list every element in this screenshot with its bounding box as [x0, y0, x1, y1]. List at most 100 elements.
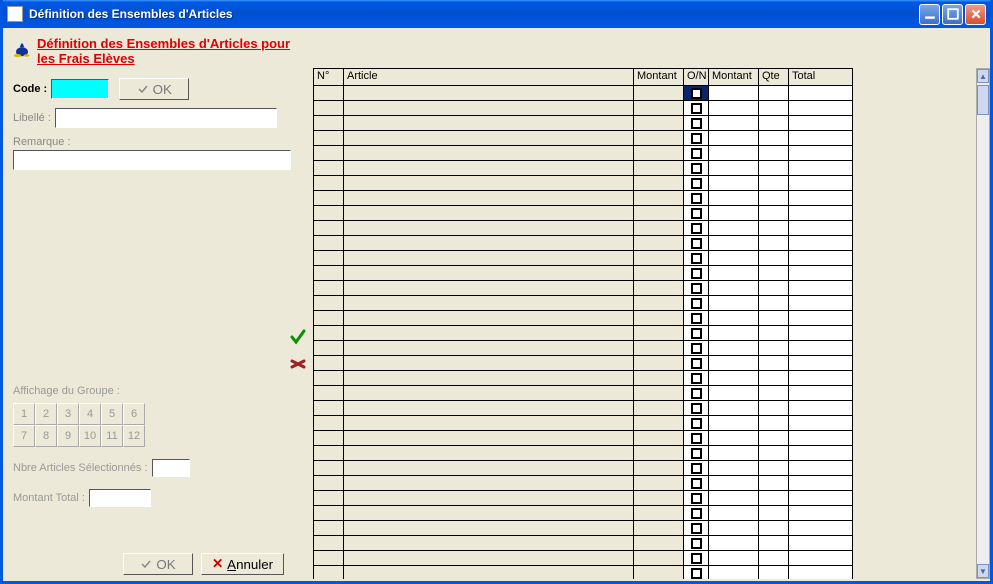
group-button-8[interactable]: 8	[35, 425, 57, 447]
cell-on-checkbox[interactable]	[683, 101, 708, 116]
col-header-total[interactable]: Total	[788, 68, 853, 86]
cell-on-checkbox[interactable]	[683, 476, 708, 491]
cell-montant[interactable]	[633, 266, 683, 281]
cell-n[interactable]	[313, 206, 343, 221]
cell-n[interactable]	[313, 176, 343, 191]
table-row[interactable]	[313, 521, 976, 536]
cell-article[interactable]	[343, 536, 633, 551]
cell-qte[interactable]	[758, 221, 788, 236]
table-row[interactable]	[313, 386, 976, 401]
group-button-4[interactable]: 4	[79, 403, 101, 425]
cell-montant[interactable]	[633, 326, 683, 341]
cell-qte[interactable]	[758, 386, 788, 401]
cell-n[interactable]	[313, 551, 343, 566]
maximize-button[interactable]	[942, 4, 963, 25]
cell-article[interactable]	[343, 341, 633, 356]
table-row[interactable]	[313, 236, 976, 251]
group-button-2[interactable]: 2	[35, 403, 57, 425]
cell-qte[interactable]	[758, 296, 788, 311]
scroll-up-arrow[interactable]: ▲	[977, 69, 989, 83]
cell-qte[interactable]	[758, 371, 788, 386]
cell-article[interactable]	[343, 311, 633, 326]
cell-on-checkbox[interactable]	[683, 566, 708, 579]
cell-montant[interactable]	[633, 161, 683, 176]
cell-montant[interactable]	[633, 86, 683, 101]
cell-qte[interactable]	[758, 446, 788, 461]
cell-total[interactable]	[788, 206, 853, 221]
cell-montant[interactable]	[633, 401, 683, 416]
cell-montant2[interactable]	[708, 296, 758, 311]
cell-qte[interactable]	[758, 476, 788, 491]
cell-qte[interactable]	[758, 401, 788, 416]
table-row[interactable]	[313, 461, 976, 476]
cell-qte[interactable]	[758, 116, 788, 131]
cell-on-checkbox[interactable]	[683, 161, 708, 176]
cell-qte[interactable]	[758, 311, 788, 326]
cancel-button[interactable]: ✕ Annuler	[201, 553, 284, 575]
cell-total[interactable]	[788, 551, 853, 566]
table-row[interactable]	[313, 131, 976, 146]
cell-on-checkbox[interactable]	[683, 131, 708, 146]
cell-montant[interactable]	[633, 416, 683, 431]
cell-n[interactable]	[313, 371, 343, 386]
cell-total[interactable]	[788, 506, 853, 521]
cell-n[interactable]	[313, 221, 343, 236]
cell-montant[interactable]	[633, 236, 683, 251]
cell-n[interactable]	[313, 116, 343, 131]
col-header-montant2[interactable]: Montant	[708, 68, 758, 86]
cell-total[interactable]	[788, 86, 853, 101]
col-header-n[interactable]: N°	[313, 68, 343, 86]
table-row[interactable]	[313, 281, 976, 296]
cell-montant2[interactable]	[708, 551, 758, 566]
cell-total[interactable]	[788, 236, 853, 251]
table-row[interactable]	[313, 446, 976, 461]
cell-qte[interactable]	[758, 161, 788, 176]
cell-on-checkbox[interactable]	[683, 221, 708, 236]
cell-montant2[interactable]	[708, 356, 758, 371]
table-row[interactable]	[313, 551, 976, 566]
cell-on-checkbox[interactable]	[683, 146, 708, 161]
cell-montant2[interactable]	[708, 266, 758, 281]
cell-montant2[interactable]	[708, 431, 758, 446]
cell-n[interactable]	[313, 251, 343, 266]
cell-total[interactable]	[788, 416, 853, 431]
cell-montant2[interactable]	[708, 566, 758, 579]
cell-montant2[interactable]	[708, 506, 758, 521]
cell-qte[interactable]	[758, 431, 788, 446]
cell-montant2[interactable]	[708, 326, 758, 341]
vertical-scrollbar[interactable]: ▲ ▼	[976, 68, 990, 579]
cell-article[interactable]	[343, 266, 633, 281]
cell-montant[interactable]	[633, 281, 683, 296]
cell-n[interactable]	[313, 356, 343, 371]
table-row[interactable]	[313, 221, 976, 236]
cell-montant2[interactable]	[708, 206, 758, 221]
cell-article[interactable]	[343, 401, 633, 416]
cell-article[interactable]	[343, 161, 633, 176]
cell-qte[interactable]	[758, 251, 788, 266]
cell-on-checkbox[interactable]	[683, 551, 708, 566]
cell-n[interactable]	[313, 416, 343, 431]
table-row[interactable]	[313, 491, 976, 506]
cell-on-checkbox[interactable]	[683, 116, 708, 131]
cell-on-checkbox[interactable]	[683, 236, 708, 251]
cell-total[interactable]	[788, 566, 853, 579]
cell-qte[interactable]	[758, 461, 788, 476]
cell-article[interactable]	[343, 176, 633, 191]
cell-montant2[interactable]	[708, 101, 758, 116]
cell-on-checkbox[interactable]	[683, 536, 708, 551]
cell-total[interactable]	[788, 356, 853, 371]
cell-montant[interactable]	[633, 521, 683, 536]
table-row[interactable]	[313, 206, 976, 221]
cell-montant[interactable]	[633, 206, 683, 221]
cell-montant2[interactable]	[708, 386, 758, 401]
cell-qte[interactable]	[758, 416, 788, 431]
cell-qte[interactable]	[758, 551, 788, 566]
table-row[interactable]	[313, 146, 976, 161]
ok-button-top[interactable]: OK	[119, 78, 189, 100]
group-button-10[interactable]: 10	[79, 425, 101, 447]
cell-total[interactable]	[788, 176, 853, 191]
cell-montant[interactable]	[633, 101, 683, 116]
libelle-input[interactable]	[55, 108, 277, 128]
table-row[interactable]	[313, 266, 976, 281]
cell-montant2[interactable]	[708, 371, 758, 386]
